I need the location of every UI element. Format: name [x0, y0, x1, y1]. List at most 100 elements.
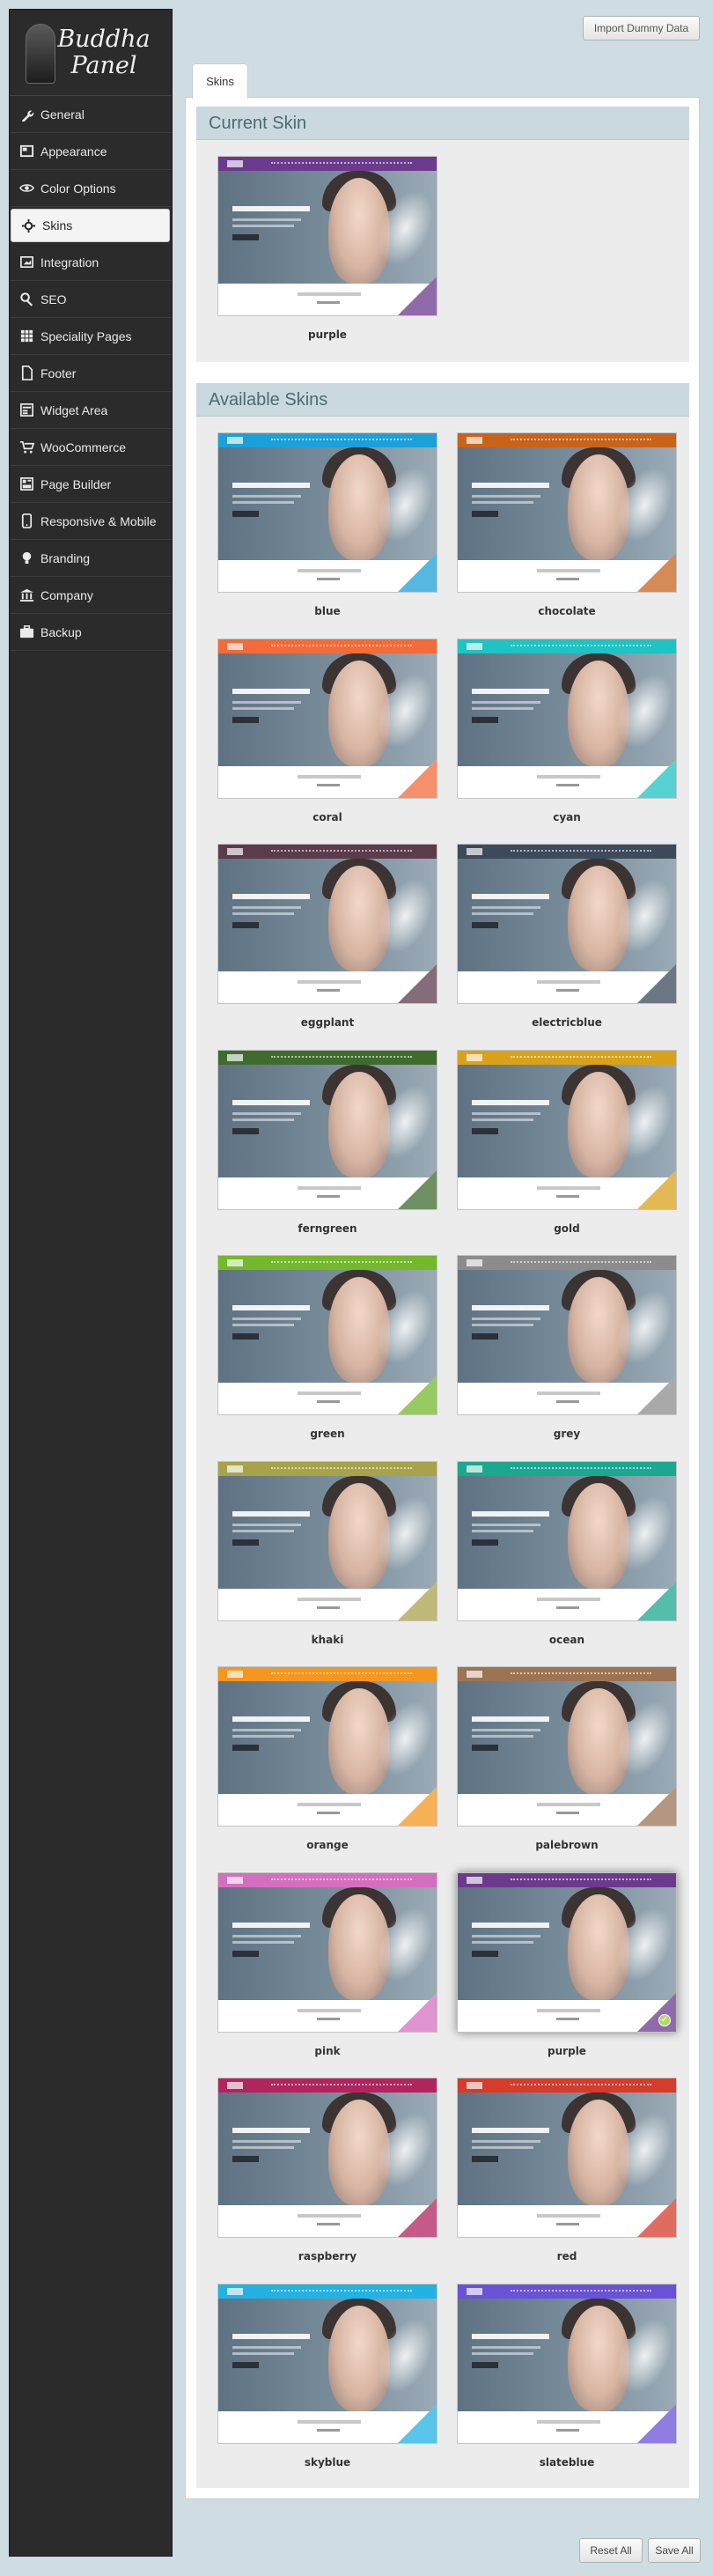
sidebar-nav: General Appearance Color Options Skins Integ…	[10, 96, 172, 651]
skin-thumbnail[interactable]	[457, 432, 677, 593]
skin-thumbnail[interactable]	[217, 1460, 437, 1621]
skin-thumbnail[interactable]	[217, 1255, 437, 1415]
sidebar-item-color-options[interactable]: Color Options	[10, 170, 172, 207]
skin-name: chocolate	[538, 605, 596, 617]
skin-thumbnail[interactable]	[217, 638, 437, 799]
skins-panel: Current Skin purple Available Skins blue…	[185, 97, 700, 2499]
skin-option-coral[interactable]: coral	[217, 638, 437, 823]
skin-option-eggplant[interactable]: eggplant	[217, 844, 437, 1029]
skin-thumbnail[interactable]	[457, 638, 677, 799]
skin-option-ocean[interactable]: ocean	[457, 1460, 677, 1646]
sidebar-item-appearance[interactable]: Appearance	[10, 133, 172, 170]
save-all-button[interactable]: Save All	[648, 2538, 701, 2563]
skin-option-raspberry[interactable]: raspberry	[217, 2078, 437, 2262]
thumbnail-header	[218, 1667, 437, 1681]
skin-thumbnail[interactable]	[457, 1049, 677, 1210]
skin-option-skyblue[interactable]: skyblue	[217, 2283, 437, 2469]
tab-skins[interactable]: Skins	[192, 63, 248, 99]
skin-thumbnail[interactable]	[217, 844, 437, 1004]
skin-name: coral	[312, 810, 342, 823]
skin-option-palebrown[interactable]: palebrown	[457, 1666, 677, 1851]
sidebar-item-footer[interactable]: Footer	[10, 355, 172, 392]
skin-option-electricblue[interactable]: electricblue	[457, 844, 677, 1029]
sidebar-item-responsive-mobile[interactable]: Responsive & Mobile	[10, 503, 172, 540]
sidebar-item-label: Skins	[42, 218, 73, 233]
sidebar-item-label: Widget Area	[40, 402, 108, 417]
sidebar-item-seo[interactable]: SEO	[10, 281, 172, 318]
eye-icon	[18, 181, 34, 196]
thumbnail-header	[458, 638, 676, 653]
thumbnail-hero-image	[458, 653, 676, 766]
sidebar-item-label: Speciality Pages	[40, 328, 132, 343]
sidebar-item-branding[interactable]: Branding	[10, 540, 172, 577]
skin-option-purple[interactable]: purple	[217, 156, 437, 341]
sidebar-item-woocommerce[interactable]: WooCommerce	[10, 429, 172, 466]
thumbnail-hero-image	[218, 1270, 437, 1383]
sidebar-item-page-builder[interactable]: Page Builder	[10, 466, 172, 503]
sidebar-item-company[interactable]: Company	[10, 577, 172, 614]
thumbnail-hero-image	[218, 1681, 437, 1794]
thumbnail-header	[218, 1872, 437, 1887]
skin-thumbnail[interactable]	[457, 2283, 677, 2444]
skin-name: khaki	[311, 1633, 344, 1646]
import-dummy-data-button[interactable]: Import Dummy Data	[583, 16, 700, 41]
wrench-icon	[18, 107, 34, 122]
skin-option-cyan[interactable]: cyan	[457, 638, 677, 823]
skin-thumbnail[interactable]	[457, 1666, 677, 1827]
skin-name: eggplant	[300, 1016, 355, 1029]
skin-name: purple	[308, 328, 347, 341]
document-icon	[18, 365, 34, 381]
thumbnail-hero-image	[218, 447, 437, 560]
thumbnail-hero-image	[218, 2093, 437, 2205]
skin-thumbnail[interactable]	[217, 1666, 437, 1827]
sidebar-item-skins[interactable]: Skins	[11, 209, 170, 242]
sidebar-item-speciality-pages[interactable]: Speciality Pages	[10, 318, 172, 355]
skin-thumbnail[interactable]	[457, 844, 677, 1004]
skin-option-blue[interactable]: blue	[217, 432, 437, 617]
thumbnail-header	[218, 157, 437, 171]
thumbnail-header	[218, 2078, 437, 2093]
thumbnail-hero-image	[218, 2298, 437, 2411]
skin-option-grey[interactable]: grey	[457, 1255, 677, 1440]
grid-icon	[18, 328, 34, 344]
brand-logo[interactable]: Buddha Panel	[10, 10, 172, 96]
thumbnail-header	[218, 2284, 437, 2299]
skin-thumbnail[interactable]	[457, 1255, 677, 1415]
skin-thumbnail[interactable]	[217, 1049, 437, 1210]
skin-option-purple[interactable]: ✓ purple	[457, 1871, 677, 2057]
skin-option-pink[interactable]: pink	[217, 1871, 437, 2057]
skin-option-chocolate[interactable]: chocolate	[457, 432, 677, 617]
skin-option-gold[interactable]: gold	[457, 1049, 677, 1235]
skin-name: blue	[314, 605, 341, 617]
skin-option-green[interactable]: green	[217, 1255, 437, 1440]
sidebar-item-integration[interactable]: Integration	[10, 244, 172, 281]
sidebar: Buddha Panel General Appearance Color Opti…	[9, 9, 173, 2557]
skin-thumbnail[interactable]	[457, 2078, 677, 2238]
skin-option-orange[interactable]: orange	[217, 1666, 437, 1851]
skin-option-slateblue[interactable]: slateblue	[457, 2283, 677, 2469]
sidebar-item-label: Footer	[40, 365, 77, 380]
sidebar-item-label: Appearance	[40, 144, 107, 159]
skin-thumbnail[interactable]	[217, 1871, 437, 2033]
skin-name: skyblue	[304, 2455, 351, 2469]
skin-name: cyan	[553, 810, 581, 823]
skin-thumbnail[interactable]	[457, 1460, 677, 1621]
reset-all-button[interactable]: Reset All	[579, 2538, 643, 2563]
layout-icon	[18, 144, 34, 159]
thumbnail-hero-image	[458, 447, 676, 560]
cart-icon	[18, 439, 34, 455]
skin-thumbnail[interactable]	[217, 2078, 437, 2238]
skin-thumbnail[interactable]	[217, 2283, 437, 2444]
skin-thumbnail[interactable]: ✓	[457, 1871, 677, 2033]
skin-thumbnail[interactable]	[217, 432, 437, 593]
thumbnail-header	[458, 1256, 676, 1270]
skin-option-red[interactable]: red	[457, 2078, 677, 2262]
sidebar-item-widget-area[interactable]: Widget Area	[10, 392, 172, 429]
thumbnail-hero-image	[458, 1270, 676, 1383]
sidebar-item-general[interactable]: General	[10, 96, 172, 133]
skin-option-khaki[interactable]: khaki	[217, 1460, 437, 1646]
sidebar-item-backup[interactable]: Backup	[10, 614, 172, 651]
skin-option-ferngreen[interactable]: ferngreen	[217, 1049, 437, 1235]
thumbnail-header	[458, 845, 676, 859]
skin-thumbnail[interactable]	[217, 156, 437, 316]
